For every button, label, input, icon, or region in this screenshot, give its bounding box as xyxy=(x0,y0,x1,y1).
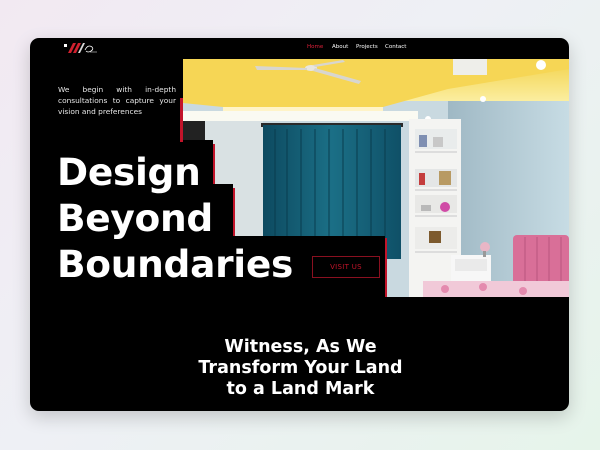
visit-us-button[interactable]: VISIT US xyxy=(312,256,380,278)
hero-intro-text: We begin with in-depth consultations to … xyxy=(58,85,176,116)
tagline-line: Witness, As We xyxy=(224,337,377,357)
main-nav: Home About Projects Contact xyxy=(30,44,569,54)
section-tagline: Witness, As We Transform Your Land to a … xyxy=(180,337,421,400)
nav-contact[interactable]: Contact xyxy=(385,44,406,50)
nav-about[interactable]: About xyxy=(332,44,348,50)
tagline-line: Transform Your Land xyxy=(198,358,403,378)
nav-home[interactable]: Home xyxy=(307,44,323,50)
headline-line: Beyond xyxy=(57,196,213,240)
decor-accent-line xyxy=(180,98,183,142)
decor-accent-line xyxy=(385,238,387,297)
browser-frame: Home About Projects Contact We begin wit… xyxy=(30,38,569,411)
tagline-line: to a Land Mark xyxy=(226,379,375,399)
headline-line: Boundaries xyxy=(57,242,293,286)
nav-projects[interactable]: Projects xyxy=(356,44,378,50)
headline-line: Design xyxy=(57,150,201,194)
hero-headline: Design Beyond Boundaries xyxy=(57,149,293,287)
